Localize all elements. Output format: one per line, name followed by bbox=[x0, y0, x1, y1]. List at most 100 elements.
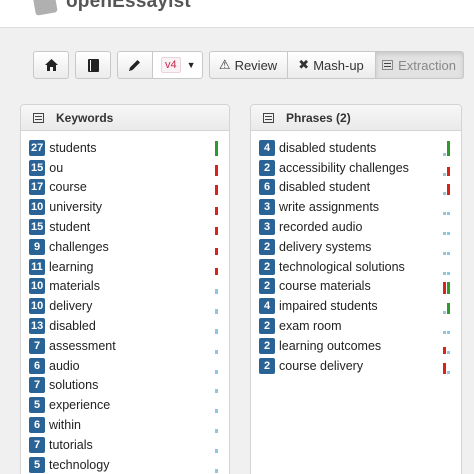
keyword-label: students bbox=[49, 140, 97, 155]
phrase-row[interactable]: 2 exam room bbox=[251, 316, 461, 336]
count-badge: 7 bbox=[29, 436, 45, 453]
keyword-label: learning bbox=[49, 259, 94, 274]
version-badge: v4 bbox=[161, 57, 181, 73]
keyword-row[interactable]: 15 ou bbox=[21, 158, 229, 178]
keyword-label: course bbox=[49, 180, 87, 195]
keyword-row[interactable]: 5 technology bbox=[21, 455, 229, 474]
frequency-bar bbox=[447, 282, 450, 295]
frequency-bar bbox=[443, 282, 446, 295]
keyword-row[interactable]: 17 course bbox=[21, 178, 229, 198]
count-badge: 17 bbox=[29, 179, 46, 196]
phrase-row[interactable]: 6 disabled student bbox=[251, 178, 461, 198]
phrase-row[interactable]: 4 disabled students bbox=[251, 138, 461, 158]
count-badge: 6 bbox=[29, 417, 45, 434]
phrase-label: disabled student bbox=[279, 180, 371, 195]
app-title: openEssayist bbox=[66, 0, 191, 12]
frequency-bar bbox=[215, 289, 218, 295]
phrase-row[interactable]: 2 course materials bbox=[251, 277, 461, 297]
phrases-title: Phrases (2) bbox=[286, 110, 351, 125]
keyword-label: student bbox=[49, 220, 91, 235]
count-badge: 2 bbox=[259, 318, 275, 335]
phrase-row[interactable]: 2 course delivery bbox=[251, 356, 461, 376]
phrase-row[interactable]: 4 impaired students bbox=[251, 296, 461, 316]
frequency-bar bbox=[447, 166, 450, 176]
keyword-row[interactable]: 7 solutions bbox=[21, 376, 229, 396]
keyword-label: delivery bbox=[49, 299, 93, 314]
frequency-bar bbox=[215, 468, 218, 473]
keywords-title: Keywords bbox=[56, 110, 114, 125]
keyword-row[interactable]: 9 challenges bbox=[21, 237, 229, 257]
count-badge: 4 bbox=[259, 139, 275, 156]
frequency-bar bbox=[447, 140, 450, 156]
phrase-row[interactable]: 2 delivery systems bbox=[251, 237, 461, 257]
count-badge: 11 bbox=[29, 258, 45, 275]
frequency-bar bbox=[215, 309, 218, 315]
keyword-row[interactable]: 7 assessment bbox=[21, 336, 229, 356]
keyword-label: ou bbox=[49, 160, 64, 175]
keyword-row[interactable]: 11 learning bbox=[21, 257, 229, 277]
frequency-bar bbox=[215, 349, 218, 354]
keyword-row[interactable]: 5 experience bbox=[21, 395, 229, 415]
phrase-label: impaired students bbox=[279, 299, 378, 314]
keyword-row[interactable]: 10 materials bbox=[21, 277, 229, 297]
count-badge: 2 bbox=[259, 238, 275, 255]
count-badge: 15 bbox=[29, 219, 46, 236]
edit-button[interactable] bbox=[117, 51, 153, 79]
count-badge: 3 bbox=[259, 199, 275, 216]
keyword-row[interactable]: 15 student bbox=[21, 217, 229, 237]
frequency-bar bbox=[215, 409, 218, 414]
count-badge: 2 bbox=[259, 258, 275, 275]
review-button[interactable]: ⚠ Review bbox=[208, 51, 288, 79]
pencil-icon bbox=[129, 60, 140, 71]
phrase-row[interactable]: 2 technological solutions bbox=[251, 257, 461, 277]
keywords-list: 27 students 15 ou 17 course 10 university 15 stud… bbox=[21, 131, 229, 474]
warning-icon: ⚠ bbox=[218, 57, 231, 72]
frequency-bar bbox=[443, 330, 446, 334]
list-icon bbox=[382, 60, 394, 70]
frequency-bar bbox=[447, 370, 450, 374]
keyword-label: challenges bbox=[49, 239, 109, 254]
extraction-label: Extraction bbox=[398, 57, 456, 73]
logo-icon bbox=[32, 0, 58, 16]
frequency-bar bbox=[215, 247, 218, 255]
keyword-row[interactable]: 7 tutorials bbox=[21, 435, 229, 455]
phrase-label: course materials bbox=[279, 279, 371, 294]
count-badge: 3 bbox=[259, 219, 275, 236]
frequency-bar bbox=[447, 231, 450, 235]
count-badge: 2 bbox=[259, 159, 275, 176]
document-button[interactable] bbox=[75, 51, 111, 79]
frequency-bar bbox=[215, 185, 218, 196]
phrase-label: accessibility challenges bbox=[279, 160, 409, 175]
keywords-panel: Keywords 27 students 15 ou 17 course 10 univers… bbox=[20, 104, 230, 474]
frequency-bar bbox=[215, 226, 218, 235]
frequency-bar bbox=[215, 328, 218, 334]
count-badge: 2 bbox=[259, 357, 275, 374]
version-select[interactable]: v4 ▼ bbox=[153, 51, 203, 79]
toolbar: v4 ▼ ⚠ Review ✖ Mash-up Extraction bbox=[33, 51, 470, 79]
count-badge: 4 bbox=[259, 298, 275, 315]
keyword-label: tutorials bbox=[49, 437, 93, 452]
phrase-label: course delivery bbox=[279, 358, 364, 373]
keyword-row[interactable]: 13 disabled bbox=[21, 316, 229, 336]
frequency-bar bbox=[215, 140, 218, 156]
keyword-row[interactable]: 10 university bbox=[21, 197, 229, 217]
phrase-row[interactable]: 3 recorded audio bbox=[251, 217, 461, 237]
frequency-bar bbox=[447, 330, 450, 334]
keyword-row[interactable]: 6 within bbox=[21, 415, 229, 435]
keyword-row[interactable]: 10 delivery bbox=[21, 296, 229, 316]
home-button[interactable] bbox=[33, 51, 69, 79]
count-badge: 7 bbox=[29, 377, 45, 394]
frequency-bar bbox=[443, 212, 446, 216]
keyword-row[interactable]: 27 students bbox=[21, 138, 229, 158]
count-badge: 13 bbox=[29, 318, 46, 335]
frequency-bar bbox=[443, 346, 446, 354]
phrase-row[interactable]: 2 learning outcomes bbox=[251, 336, 461, 356]
phrase-row[interactable]: 2 accessibility challenges bbox=[251, 158, 461, 178]
frequency-bar bbox=[215, 428, 218, 433]
keyword-row[interactable]: 6 audio bbox=[21, 356, 229, 376]
extraction-button[interactable]: Extraction bbox=[375, 51, 464, 79]
phrase-row[interactable]: 3 write assignments bbox=[251, 197, 461, 217]
count-badge: 27 bbox=[29, 139, 46, 156]
phrase-label: exam room bbox=[279, 319, 342, 334]
mashup-button[interactable]: ✖ Mash-up bbox=[287, 51, 376, 79]
